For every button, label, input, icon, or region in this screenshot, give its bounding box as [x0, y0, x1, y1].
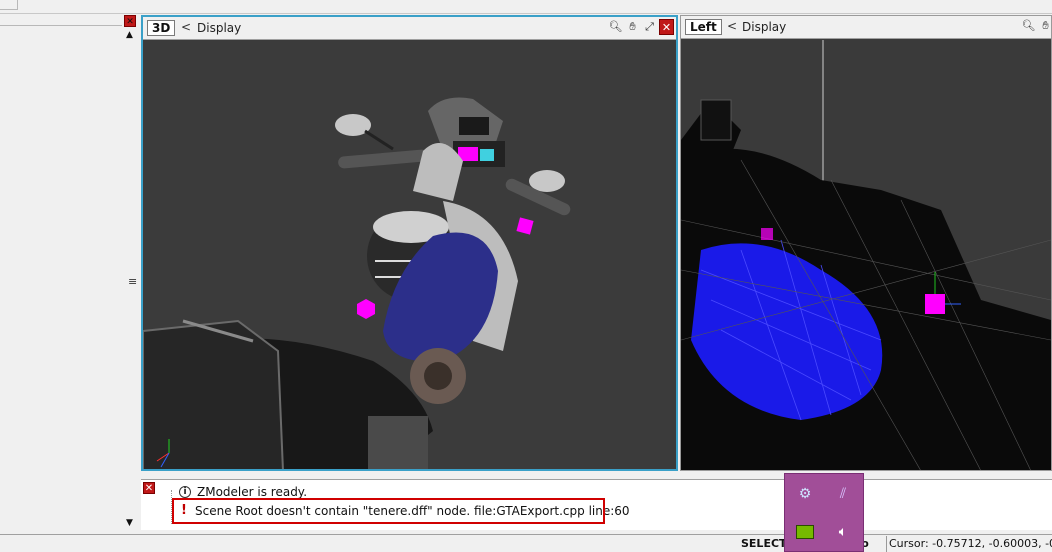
- error-highlight-box: [172, 498, 605, 524]
- viewport-left-tag[interactable]: Left: [685, 19, 722, 35]
- viewport-left-chevron-icon[interactable]: <: [727, 19, 737, 33]
- wireframe-render: [681, 40, 1051, 470]
- volume-icon[interactable]: 🔈︎: [831, 520, 855, 544]
- zmodeler-window: ✕ ▲ ▼ ≡ 3D < Display 🔍︎ ✋︎ ⤢ ✕ Left < Di…: [0, 0, 1052, 552]
- toolbar-tab[interactable]: [0, 0, 18, 10]
- left-panel-scrollbar[interactable]: ✕ ▲ ▼: [122, 15, 137, 530]
- status-bar: SELECT to Cursor: -0.75712, -0.60003, -0…: [0, 534, 1052, 552]
- left-panel: ✕ ▲ ▼: [0, 15, 137, 530]
- viewport-3d-chevron-icon[interactable]: <: [181, 20, 191, 34]
- viewport-left-header: Left < Display 🔍︎ ✋︎: [681, 16, 1051, 39]
- viewport-3d-tools: 🔍︎ ✋︎ ⤢ ✕: [608, 19, 674, 37]
- close-viewport-icon[interactable]: ✕: [659, 19, 674, 35]
- info-message-text: ZModeler is ready.: [197, 485, 308, 499]
- viewport-3d[interactable]: 3D < Display 🔍︎ ✋︎ ⤢ ✕: [141, 15, 678, 471]
- motorcycle-render: [143, 97, 571, 469]
- scroll-up-icon[interactable]: ▲: [123, 29, 136, 42]
- console-close-icon[interactable]: ✕: [143, 482, 155, 494]
- nvidia-icon[interactable]: [793, 520, 817, 544]
- status-cursor-readout: Cursor: -0.75712, -0.60003, -0.1318: [886, 536, 1052, 552]
- splitter-handle-icon[interactable]: ≡: [128, 275, 137, 288]
- info-icon: i: [179, 486, 191, 498]
- console-message-info[interactable]: i ZModeler is ready.: [179, 485, 307, 499]
- viewport-left-canvas[interactable]: [681, 40, 1051, 470]
- zoom-icon[interactable]: 🔍︎: [608, 19, 623, 35]
- viewport-3d-canvas[interactable]: [143, 41, 676, 469]
- pen-icon[interactable]: ⫽: [831, 482, 855, 506]
- viewport-3d-header: 3D < Display 🔍︎ ✋︎ ⤢ ✕: [143, 17, 676, 40]
- panel-close-icon[interactable]: ✕: [124, 15, 136, 27]
- zoom-icon[interactable]: 🔍︎: [1021, 18, 1036, 34]
- viewport-3d-tag[interactable]: 3D: [147, 20, 176, 36]
- viewport-3d-display-menu[interactable]: Display: [197, 21, 241, 35]
- status-select-mode[interactable]: SELECT: [741, 537, 787, 550]
- maximize-icon[interactable]: ⤢: [642, 19, 657, 35]
- pan-icon[interactable]: ✋︎: [1038, 18, 1052, 34]
- scroll-down-icon[interactable]: ▼: [123, 517, 136, 530]
- steam-icon[interactable]: ⚙︎: [793, 482, 817, 506]
- viewport-left-display-menu[interactable]: Display: [742, 20, 786, 34]
- system-tray-popup: ⚙︎ ⫽ 🔈︎: [784, 473, 864, 552]
- top-toolbar-strip: [0, 0, 1052, 14]
- viewport-left-tools: 🔍︎ ✋︎: [1021, 18, 1052, 36]
- viewport-left[interactable]: Left < Display 🔍︎ ✋︎: [680, 15, 1052, 471]
- pan-icon[interactable]: ✋︎: [625, 19, 640, 35]
- panel-divider: [0, 25, 137, 26]
